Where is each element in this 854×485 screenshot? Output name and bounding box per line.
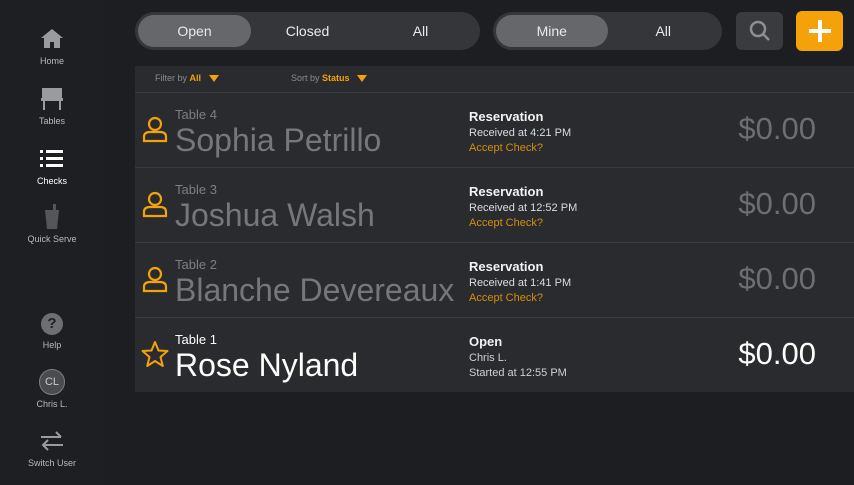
sidebar-item-label: Tables <box>38 116 65 126</box>
table-label: Table 1 <box>175 332 217 347</box>
cup-icon <box>45 204 59 229</box>
sidebar-item-user[interactable]: CL Chris L. <box>0 369 104 409</box>
sidebar-item-switch-user[interactable]: Switch User <box>0 428 104 468</box>
tab-all[interactable]: All <box>364 15 477 47</box>
check-server: Chris L. <box>469 352 507 364</box>
sort-by-label: Sort by <box>291 73 320 83</box>
sidebar-item-quick-serve[interactable]: Quick Serve <box>0 204 104 244</box>
check-status: Reservation <box>469 109 544 124</box>
avatar: CL <box>39 369 65 395</box>
check-detail: Received at 4:21 PM <box>469 127 572 139</box>
person-icon <box>141 265 169 293</box>
table-label: Table 4 <box>175 107 217 122</box>
guest-name: Joshua Walsh <box>175 197 375 233</box>
star-icon <box>141 340 169 368</box>
chevron-down-icon <box>208 75 219 83</box>
sidebar-item-label: Quick Serve <box>27 234 77 244</box>
guest-name: Blanche Devereaux <box>175 272 455 308</box>
sort-by-value: Status <box>322 73 350 83</box>
check-amount: $0.00 <box>738 186 816 221</box>
plus-icon <box>808 20 831 42</box>
sidebar-item-label: Chris L. <box>36 399 68 409</box>
check-amount: $0.00 <box>738 261 816 296</box>
tab-closed[interactable]: Closed <box>251 15 364 47</box>
accept-check-link[interactable]: Accept Check? <box>469 142 543 154</box>
add-check-button[interactable] <box>796 11 843 51</box>
switch-user-icon <box>41 431 63 451</box>
check-status: Open <box>469 334 503 349</box>
person-icon <box>141 190 169 218</box>
check-row[interactable]: Table 3 Joshua Walsh Reservation Receive… <box>135 167 854 241</box>
sidebar-item-label: Switch User <box>27 458 76 468</box>
list-icon <box>40 150 63 167</box>
sidebar-item-label: Help <box>42 340 62 350</box>
filter-bar: Filter by All Sort by Status <box>135 66 854 92</box>
check-amount: $0.00 <box>738 336 816 371</box>
person-icon <box>141 115 169 143</box>
accept-check-link[interactable]: Accept Check? <box>469 217 543 229</box>
owner-filter: Mine All <box>493 12 722 50</box>
accept-check-link[interactable]: Accept Check? <box>469 292 543 304</box>
sidebar-item-tables[interactable]: Tables <box>0 86 104 126</box>
sort-by-control[interactable]: Sort by Status <box>291 73 368 83</box>
check-row[interactable]: Table 2 Blanche Devereaux Reservation Re… <box>135 242 854 316</box>
guest-name: Rose Nyland <box>175 347 359 383</box>
sidebar-item-label: Home <box>39 56 64 66</box>
tab-open[interactable]: Open <box>138 15 251 47</box>
sidebar: Home Tables Checks Quick Serve ? Help CL… <box>0 0 104 485</box>
filter-by-label: Filter by <box>155 73 188 83</box>
tab-all-owners[interactable]: All <box>608 15 720 47</box>
home-icon <box>41 29 63 48</box>
check-status: Reservation <box>469 259 544 274</box>
check-detail: Received at 12:52 PM <box>469 202 578 214</box>
table-label: Table 2 <box>175 257 217 272</box>
filter-by-control[interactable]: Filter by All <box>155 73 219 83</box>
table-label: Table 3 <box>175 182 217 197</box>
sidebar-item-home[interactable]: Home <box>0 26 104 66</box>
guest-name: Sophia Petrillo <box>175 122 382 158</box>
sidebar-item-help[interactable]: ? Help <box>0 313 104 350</box>
check-started: Started at 12:55 PM <box>469 367 567 379</box>
checks-panel: Filter by All Sort by Status Table 4 Sop… <box>135 66 854 392</box>
sidebar-item-label: Checks <box>36 176 67 186</box>
chevron-down-icon <box>357 75 368 83</box>
search-button[interactable] <box>736 12 783 50</box>
check-detail: Received at 1:41 PM <box>469 277 572 289</box>
help-icon: ? <box>41 313 63 335</box>
sidebar-item-checks[interactable]: Checks <box>0 146 104 186</box>
check-row[interactable]: Table 1 Rose Nyland Open Chris L. Starte… <box>135 317 854 391</box>
check-amount: $0.00 <box>738 111 816 146</box>
tab-mine[interactable]: Mine <box>496 15 608 47</box>
search-icon <box>749 20 770 41</box>
table-icon <box>41 88 63 110</box>
filter-by-value: All <box>189 73 202 83</box>
status-filter: Open Closed All <box>135 12 480 50</box>
check-status: Reservation <box>469 184 544 199</box>
check-row[interactable]: Table 4 Sophia Petrillo Reservation Rece… <box>135 92 854 166</box>
